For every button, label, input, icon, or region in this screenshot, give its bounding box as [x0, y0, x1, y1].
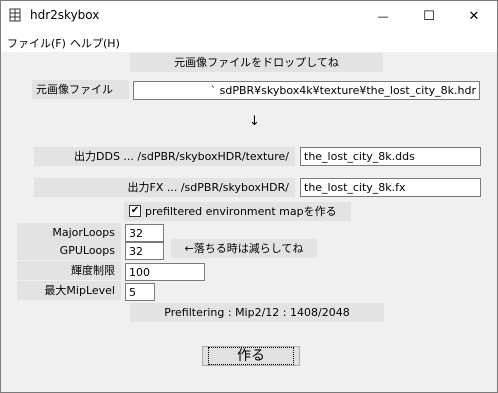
max-mip-level-input[interactable]: 5	[125, 283, 155, 301]
source-file-label: 元画像ファイル	[32, 80, 129, 99]
app-icon	[8, 8, 22, 22]
make-button[interactable]: 作る	[202, 346, 300, 366]
close-icon: ✕	[468, 8, 480, 24]
gpu-loops-label: GPULoops	[17, 241, 121, 260]
minimize-icon: —	[377, 9, 389, 23]
major-loops-label: MajorLoops	[17, 223, 121, 242]
down-arrow-icon: ↓	[249, 114, 260, 129]
minimize-button[interactable]: —	[360, 1, 406, 31]
menu-help[interactable]: ヘルプ(H)	[70, 35, 120, 51]
maximize-button[interactable]: ☐	[406, 1, 452, 31]
maximize-icon: ☐	[423, 8, 435, 24]
brightness-limit-input[interactable]: 100	[125, 263, 205, 281]
close-button[interactable]: ✕	[451, 1, 497, 31]
major-loops-input[interactable]: 32	[125, 224, 164, 242]
progress-status: Prefiltering : Mip2/12 : 1408/2048	[130, 303, 384, 322]
drop-hint-label: 元画像ファイルをドロップしてね	[130, 53, 383, 72]
make-button-label: 作る	[208, 347, 294, 365]
output-fx-label: 出力FX ... /sdPBR/skyboxHDR/	[34, 178, 295, 197]
prefiltered-checkbox[interactable]: ✔	[129, 205, 141, 217]
gpu-loops-hint: ←落ちる時は減らしてね	[171, 239, 317, 258]
prefiltered-label: prefiltered environment mapを作る	[145, 205, 337, 218]
max-mip-level-label: 最大MipLevel	[17, 281, 121, 300]
menu-file[interactable]: ファイル(F)	[7, 35, 66, 51]
output-fx-input[interactable]: the_lost_city_8k.fx	[300, 178, 481, 197]
output-dds-label: 出力DDS ... /sdPBR/skyboxHDR/texture/	[34, 147, 295, 166]
source-file-input[interactable]: ` sdPBR¥skybox4k¥texture¥the_lost_city_8…	[133, 81, 480, 100]
gpu-loops-input[interactable]: 32	[125, 242, 164, 260]
output-dds-input[interactable]: the_lost_city_8k.dds	[300, 147, 481, 166]
checkmark-icon: ✔	[130, 205, 140, 216]
brightness-limit-label: 輝度制限	[17, 261, 121, 280]
window-title: hdr2skybox	[30, 8, 100, 22]
